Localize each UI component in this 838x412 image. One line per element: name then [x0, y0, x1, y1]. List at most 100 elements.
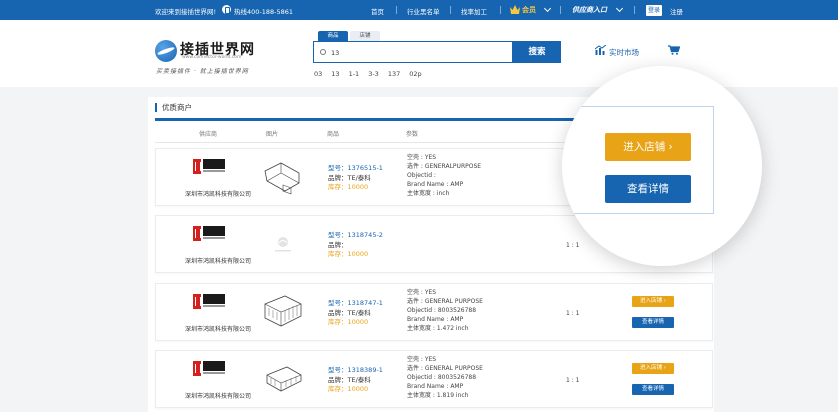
chevron-down-icon: [615, 4, 624, 13]
brand-value: TE/泰科: [347, 375, 371, 384]
param-line: Brand Name : AMP: [407, 383, 464, 390]
stock-label: 库存：: [328, 385, 348, 393]
view-detail-button-magnified[interactable]: 查看详情: [605, 175, 691, 203]
realtime-market-link[interactable]: 实时市场: [609, 47, 639, 58]
search-box: [313, 41, 513, 63]
table-row: 深圳市鸿凯科技有限公司 型号：1318389-1 品牌：TE/泰科 库存：100…: [155, 350, 713, 408]
product-image[interactable]: [261, 359, 305, 399]
hot-word[interactable]: 03: [314, 70, 322, 78]
hot-word[interactable]: 1-1: [349, 70, 360, 78]
param-line: 主体宽度 : 1.472 inch: [407, 325, 469, 332]
hotline-text: 热线400-188-5861: [234, 8, 294, 16]
table-row: 深圳市鸿凯科技有限公司 型号：1318747-1 品牌：TE/泰科 库存：100…: [155, 283, 713, 341]
search-tab-goods[interactable]: 商品: [318, 31, 348, 41]
stock-value: 10000: [347, 318, 369, 326]
magnifier-callout: 进入店铺 › 查看详情: [562, 66, 762, 266]
brand-value: TE/泰科: [347, 308, 371, 317]
column-header: 供应商: [199, 131, 218, 138]
enter-shop-label: 进入店铺: [640, 365, 663, 371]
divider: [560, 6, 561, 14]
section-title: 优质商户: [155, 103, 192, 112]
supplier-name[interactable]: 深圳市鸿凯科技有限公司: [174, 391, 262, 400]
brand-label: 品牌：: [328, 240, 348, 249]
param-line: Brand Name : AMP: [407, 181, 464, 188]
supplier-name[interactable]: 深圳市鸿凯科技有限公司: [174, 189, 262, 198]
column-header: 参数: [406, 131, 419, 138]
login-button[interactable]: 登录: [646, 5, 662, 16]
divider: [396, 6, 397, 14]
nav-blacklist[interactable]: 行业黑名单: [407, 6, 440, 16]
brand-label: 品牌：: [328, 375, 348, 384]
vip-menu[interactable]: 会员: [522, 5, 536, 15]
product-params: 空壳 : YES 选件 : GENERAL PURPOSE Objectid :…: [407, 355, 483, 400]
welcome-text: 欢迎来到接插世界网!: [155, 8, 217, 16]
search-tab-shop[interactable]: 店铺: [350, 31, 380, 41]
top-bar: 欢迎来到接插世界网! 热线400-188-5861 首页 行业黑名单 找率加工 …: [0, 0, 838, 20]
search-icon: [320, 49, 326, 55]
param-line: Objectid : 8003526788: [407, 374, 477, 381]
hot-word[interactable]: 02p: [409, 70, 421, 78]
header: 接插世界网 www.connector-world.com 买卖接插件 · 就上…: [0, 20, 838, 87]
phone-icon: [222, 5, 231, 14]
product-image[interactable]: [261, 292, 305, 332]
nav-home[interactable]: 首页: [371, 6, 384, 16]
stock-label: 库存：: [328, 183, 348, 191]
model-value[interactable]: 1318747-1: [348, 299, 383, 307]
supplier-entry-menu[interactable]: 供应商入口: [572, 5, 607, 15]
search-button[interactable]: 搜索: [513, 41, 561, 63]
register-link[interactable]: 注册: [670, 6, 683, 16]
model-label: 型号：: [328, 164, 348, 172]
search-input[interactable]: [331, 47, 501, 58]
supplier-name[interactable]: 深圳市鸿凯科技有限公司: [174, 256, 262, 265]
param-line: 主体宽度 : 1.819 inch: [407, 392, 469, 399]
divider: [500, 6, 501, 14]
crown-icon: [510, 5, 520, 14]
product-info: 型号：1318389-1 品牌：TE/泰科 库存：10000: [328, 366, 383, 395]
hot-words: 03 13 1-1 3-3 137 02p: [314, 70, 431, 78]
stock-label: 库存：: [328, 250, 348, 258]
ratio-value: 1 : 1: [566, 242, 580, 249]
param-line: Objectid : 8003526788: [407, 307, 477, 314]
supplier-logo[interactable]: [193, 361, 225, 376]
view-detail-button[interactable]: 查看详情: [632, 317, 674, 328]
model-value[interactable]: 1318745-2: [348, 231, 383, 239]
product-info: 型号：1376515-1 品牌：TE/泰科 库存：10000: [328, 164, 383, 193]
column-header: 图片: [266, 131, 279, 138]
hot-word[interactable]: 137: [388, 70, 400, 78]
stock-value: 10000: [347, 250, 369, 258]
ratio-value: 1 : 1: [566, 310, 580, 317]
param-line: 选件 : GENERALPURPOSE: [407, 163, 482, 170]
supplier-logo[interactable]: [193, 226, 225, 241]
market-chart-icon: [595, 45, 607, 55]
param-line: Objectid :: [407, 172, 436, 179]
enter-shop-button[interactable]: 进入店铺 ›: [632, 296, 674, 307]
ratio-value: 1 : 1: [566, 377, 580, 384]
stock-label: 库存：: [328, 318, 348, 326]
product-info: 型号：1318745-2 品牌： 库存：10000: [328, 231, 383, 260]
divider: [634, 6, 635, 14]
model-value[interactable]: 1318389-1: [348, 366, 383, 374]
supplier-logo[interactable]: [193, 294, 225, 309]
supplier-name[interactable]: 深圳市鸿凯科技有限公司: [174, 324, 262, 333]
divider: [450, 6, 451, 14]
supplier-logo[interactable]: [193, 159, 225, 174]
nav-processing[interactable]: 找率加工: [461, 6, 487, 16]
enter-shop-button-magnified[interactable]: 进入店铺 ›: [605, 133, 691, 161]
hot-word[interactable]: 3-3: [368, 70, 379, 78]
model-value[interactable]: 1376515-1: [348, 164, 383, 172]
product-params: 空壳 : YES 选件 : GENERAL PURPOSE Objectid :…: [407, 288, 483, 333]
chevron-down-icon: [543, 4, 552, 13]
product-image[interactable]: [261, 157, 305, 197]
enter-shop-label: 进入店铺: [640, 298, 663, 304]
param-line: 选件 : GENERAL PURPOSE: [407, 365, 483, 372]
globe-logo-icon[interactable]: [155, 40, 177, 62]
enter-shop-button[interactable]: 进入店铺 ›: [632, 363, 674, 374]
view-detail-button[interactable]: 查看详情: [632, 384, 674, 395]
param-line: 主体宽度 : inch: [407, 190, 450, 197]
param-line: 选件 : GENERAL PURPOSE: [407, 298, 483, 305]
cart-icon[interactable]: [668, 45, 680, 55]
hot-word[interactable]: 13: [331, 70, 339, 78]
param-line: 空壳 : YES: [407, 289, 437, 296]
column-header: 商品: [327, 131, 340, 138]
param-line: 空壳 : YES: [407, 356, 437, 363]
